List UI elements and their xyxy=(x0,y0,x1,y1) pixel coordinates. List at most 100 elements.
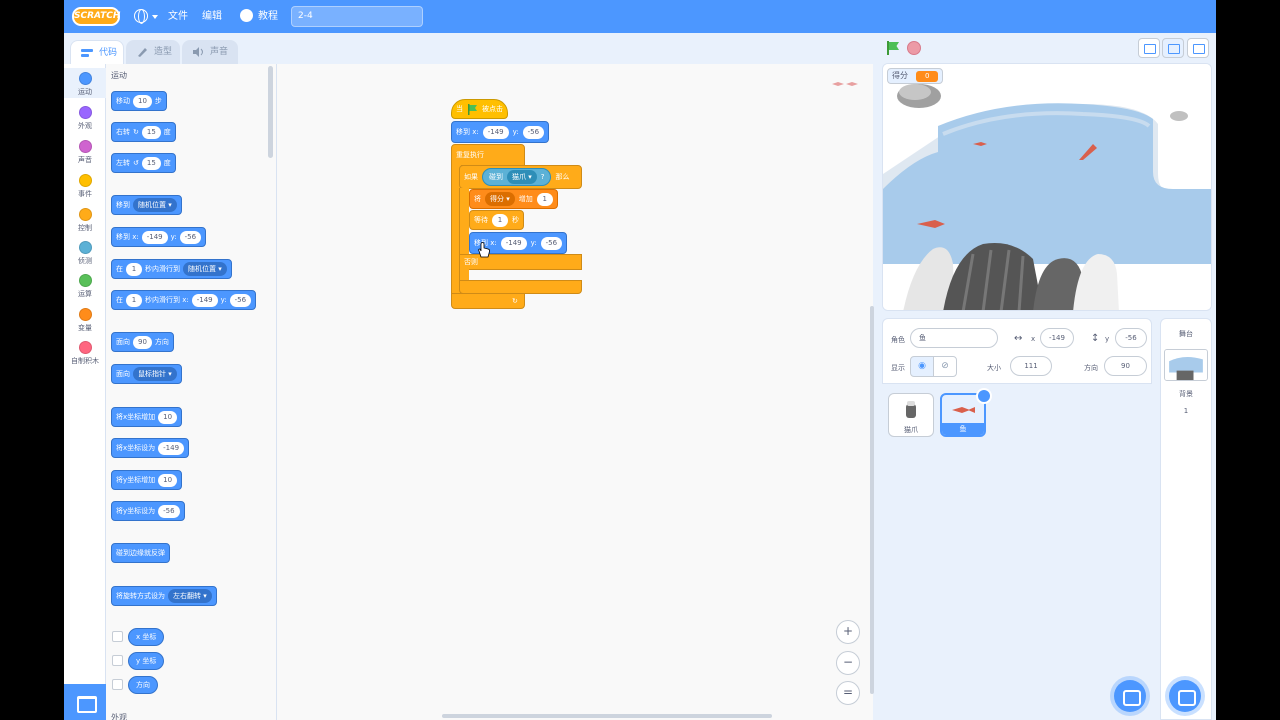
direction-checkbox[interactable] xyxy=(112,679,123,690)
add-sprite-button[interactable] xyxy=(1114,680,1146,712)
palette-scrollbar[interactable] xyxy=(268,66,273,158)
category-looks[interactable]: 外观 xyxy=(64,102,106,132)
direction-input[interactable]: 90 xyxy=(1104,356,1147,376)
y-input[interactable]: -56 xyxy=(540,236,563,250)
block-glide-xy[interactable]: 在 1 秒内滑行到 x: -149 y: -56 xyxy=(111,290,257,310)
file-menu[interactable]: 文件 xyxy=(168,0,188,33)
script-workspace[interactable] xyxy=(277,64,873,720)
zoom-in-button[interactable]: + xyxy=(836,620,860,644)
block-point-direction[interactable]: 面向 90 方向 xyxy=(111,332,174,352)
score-monitor[interactable]: 得分 0 xyxy=(887,68,944,84)
show-hidden-toggle[interactable]: ⊘ xyxy=(933,356,957,377)
tutorials-menu[interactable]: 教程 xyxy=(258,0,278,33)
block-goto[interactable]: 移到 随机位置 xyxy=(111,195,182,215)
x-input[interactable]: -149 xyxy=(141,230,168,244)
wait-block[interactable]: 等待 1 秒 xyxy=(469,210,524,230)
stage-canvas[interactable]: 得分 0 xyxy=(882,63,1212,311)
workspace-vertical-scrollbar[interactable] xyxy=(870,306,874,694)
add-extension-button[interactable] xyxy=(64,684,106,720)
goto-target-dropdown[interactable]: 随机位置 xyxy=(133,198,177,212)
y-input[interactable]: -56 xyxy=(158,504,180,518)
change-variable-block[interactable]: 将 得分 增加 1 xyxy=(469,189,558,209)
block-set-y[interactable]: 将y坐标设为 -56 xyxy=(111,501,185,521)
category-motion[interactable]: 运动 xyxy=(64,68,106,98)
green-flag-button[interactable] xyxy=(886,41,900,55)
y-position-checkbox[interactable] xyxy=(112,655,123,666)
tab-code[interactable]: 代码 xyxy=(70,40,124,66)
x-input[interactable]: -149 xyxy=(191,293,218,307)
touching-block[interactable]: 碰到 猫爪 ? xyxy=(482,168,552,186)
block-bounce[interactable]: 碰到边缘就反弹 xyxy=(111,543,170,563)
add-backdrop-button[interactable] xyxy=(1169,680,1201,712)
seconds-input[interactable]: 1 xyxy=(492,213,508,227)
reporter-direction[interactable]: 方向 xyxy=(128,676,158,694)
fullscreen-button[interactable] xyxy=(1187,38,1209,58)
project-title-input[interactable]: 2-4 xyxy=(291,6,423,27)
sprite-thumb-paw[interactable]: 猫爪 xyxy=(888,393,934,437)
variable-dropdown[interactable]: 得分 xyxy=(485,192,515,206)
category-operators[interactable]: 运算 xyxy=(64,270,106,300)
zoom-out-button[interactable]: − xyxy=(836,651,860,675)
category-control[interactable]: 控制 xyxy=(64,204,106,234)
category-my-blocks[interactable]: 自制积木 xyxy=(64,337,106,367)
tab-sounds[interactable]: 声音 xyxy=(182,40,238,64)
amount-input[interactable]: 1 xyxy=(536,192,553,206)
stage-target-pane[interactable]: 舞台 背景 1 xyxy=(1160,318,1212,720)
y-input[interactable]: -56 xyxy=(229,293,252,307)
block-turn-left[interactable]: 左转 ↺ 15 度 xyxy=(111,153,176,173)
block-rotation-style[interactable]: 将旋转方式设为 左右翻转 xyxy=(111,586,217,606)
category-variables[interactable]: 变量 xyxy=(64,304,106,334)
y-position-input[interactable]: -56 xyxy=(1115,328,1147,348)
goto-xy-block[interactable]: 移到 x: -149 y: -56 xyxy=(451,121,550,143)
tab-costumes[interactable]: 造型 xyxy=(126,40,180,64)
size-input[interactable]: 111 xyxy=(1010,356,1052,376)
y-input[interactable]: -56 xyxy=(179,230,202,244)
x-position-checkbox[interactable] xyxy=(112,631,123,642)
x-input[interactable]: -149 xyxy=(158,441,185,455)
if-else-block[interactable]: 如果 碰到 猫爪 ? 那么 xyxy=(459,165,582,189)
direction-input[interactable]: 90 xyxy=(133,335,152,349)
towards-dropdown[interactable]: 鼠标指针 xyxy=(133,367,177,381)
block-move-steps[interactable]: 移动 10 步 xyxy=(111,91,167,111)
seconds-input[interactable]: 1 xyxy=(126,293,142,307)
seconds-input[interactable]: 1 xyxy=(126,262,142,276)
block-goto-xy[interactable]: 移到 x: -149 y: -56 xyxy=(111,227,207,247)
touching-target-dropdown[interactable]: 猫爪 xyxy=(507,170,537,184)
category-sound[interactable]: 声音 xyxy=(64,136,106,166)
dx-input[interactable]: 10 xyxy=(158,410,178,424)
edit-menu[interactable]: 编辑 xyxy=(202,0,222,33)
dy-input[interactable]: 10 xyxy=(158,473,178,487)
globe-icon[interactable] xyxy=(134,9,148,24)
block-change-y[interactable]: 将y坐标增加 10 xyxy=(111,470,183,490)
category-events[interactable]: 事件 xyxy=(64,170,106,200)
y-input[interactable]: -56 xyxy=(522,125,545,139)
degrees-input[interactable]: 15 xyxy=(141,156,161,170)
rotation-style-dropdown[interactable]: 左右翻转 xyxy=(168,589,212,603)
scratch-logo[interactable]: SCRATCH xyxy=(72,7,120,26)
zoom-reset-button[interactable]: = xyxy=(836,681,860,705)
block-change-x[interactable]: 将x坐标增加 10 xyxy=(111,407,183,427)
delete-sprite-icon[interactable] xyxy=(976,388,992,404)
forever-block[interactable]: 重复执行 xyxy=(451,144,525,166)
block-turn-right[interactable]: 右转 ↻ 15 度 xyxy=(111,122,176,142)
reporter-x-position[interactable]: x 坐标 xyxy=(128,628,165,646)
block-set-x[interactable]: 将x坐标设为 -149 xyxy=(111,438,190,458)
show-visible-toggle[interactable]: ◉ xyxy=(910,356,934,377)
block-glide-to[interactable]: 在 1 秒内滑行到 随机位置 xyxy=(111,259,232,279)
stop-button[interactable] xyxy=(907,41,921,55)
steps-input[interactable]: 10 xyxy=(133,94,152,108)
glide-target-dropdown[interactable]: 随机位置 xyxy=(183,262,227,276)
sprite-name-input[interactable]: 鱼 xyxy=(910,328,998,348)
vertical-arrows-icon: ↕ xyxy=(1091,333,1100,344)
workspace-horizontal-scrollbar[interactable] xyxy=(442,714,772,718)
reporter-y-position[interactable]: y 坐标 xyxy=(128,652,165,670)
degrees-input[interactable]: 15 xyxy=(141,125,161,139)
x-input[interactable]: -149 xyxy=(482,125,509,139)
when-flag-clicked-block[interactable]: 当 被点击 xyxy=(451,99,508,119)
block-point-towards[interactable]: 面向 鼠标指针 xyxy=(111,364,182,384)
x-position-input[interactable]: -149 xyxy=(1040,328,1074,348)
x-input[interactable]: -149 xyxy=(500,236,527,250)
category-sensing[interactable]: 侦测 xyxy=(64,237,106,267)
large-stage-button[interactable] xyxy=(1162,38,1184,58)
small-stage-button[interactable] xyxy=(1138,38,1160,58)
